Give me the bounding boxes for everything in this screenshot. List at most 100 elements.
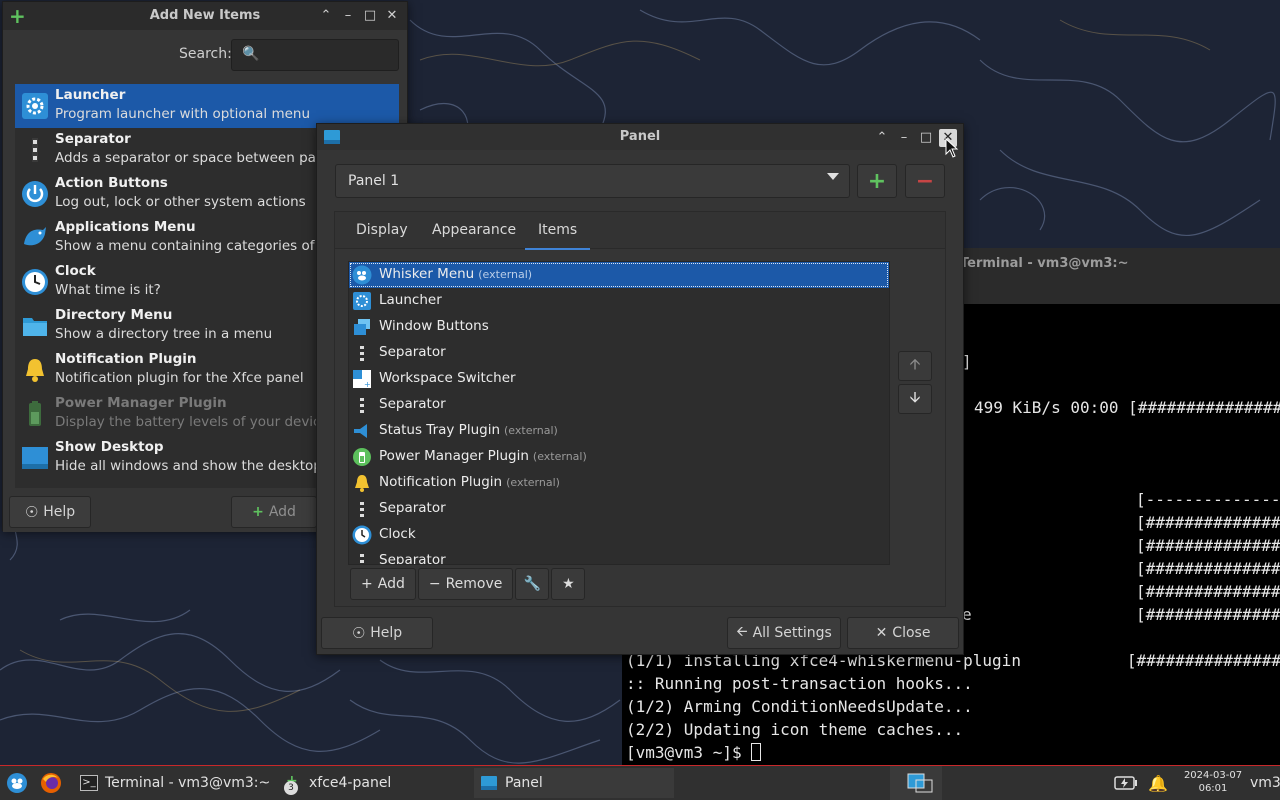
- item-name: Launcher: [379, 292, 442, 308]
- panel-notebook: Display Appearance Items Whisker Menu (ex…: [334, 211, 946, 607]
- chevron-down-icon: [827, 173, 839, 180]
- item-name: Separator: [379, 396, 446, 412]
- about-item-button[interactable]: ★: [551, 568, 586, 600]
- shade-button[interactable]: ⌃: [317, 7, 335, 25]
- notifications-tray[interactable]: 🔔: [1146, 766, 1170, 800]
- task-terminal[interactable]: >_ Terminal - vm3@vm3:~: [74, 768, 274, 798]
- remove-panel-button[interactable]: −: [905, 164, 945, 198]
- panel-items-list[interactable]: Whisker Menu (external) Launcher Window But…: [348, 261, 890, 565]
- terminal-line: [----------------------: [1136, 490, 1280, 509]
- add-button[interactable]: + Add: [231, 496, 317, 528]
- search-field[interactable]: 🔍: [231, 39, 399, 71]
- help-icon: ☉: [351, 624, 366, 642]
- minimize-button[interactable]: –: [339, 7, 357, 25]
- add-items-titlebar[interactable]: + Add New Items ⌃ – □ ✕: [3, 2, 407, 30]
- item-name: Separator: [379, 500, 446, 516]
- whisker-menu-button[interactable]: [4, 766, 30, 800]
- item-name: Power Manager Plugin: [379, 448, 529, 464]
- panel-titlebar[interactable]: Panel ⌃ – □ ✕: [317, 124, 963, 150]
- remove-item-button[interactable]: − Remove: [417, 568, 514, 600]
- firefox-icon: [41, 773, 61, 793]
- panel-item[interactable]: Notification Plugin (external): [349, 470, 889, 496]
- panel-item[interactable]: Separator: [349, 340, 889, 366]
- separator-icon: [352, 551, 372, 564]
- item-name: Window Buttons: [379, 318, 489, 334]
- plugin-name: Separator: [55, 131, 131, 147]
- task-panel[interactable]: Panel: [474, 768, 674, 798]
- panel-task-icon: + 3: [282, 773, 302, 795]
- plugin-name: Show Desktop: [55, 439, 164, 455]
- gear-icon: [21, 92, 49, 120]
- task-xfce4-panel[interactable]: + 3 xfce4-panel: [276, 768, 472, 798]
- plugin-name: Launcher: [55, 87, 126, 103]
- search-label: Search:: [179, 46, 232, 62]
- close-dialog-button[interactable]: ✕ Close: [847, 617, 959, 649]
- panel-item[interactable]: Window Buttons: [349, 314, 889, 340]
- workspace-switcher-icon: +: [352, 369, 372, 389]
- minimize-button[interactable]: –: [895, 129, 913, 147]
- close-button[interactable]: ✕: [383, 7, 401, 25]
- terminal-prompt[interactable]: [vm3@vm3 ~]$: [626, 743, 762, 762]
- plus-icon: +: [867, 168, 887, 194]
- plugin-name: Clock: [55, 263, 96, 279]
- help-button[interactable]: ☉ Help: [321, 617, 433, 649]
- plugin-name: Power Manager Plugin: [55, 395, 227, 411]
- clock-icon: [352, 525, 372, 545]
- terminal-line: [######################: [1136, 513, 1280, 532]
- panel-item[interactable]: Whisker Menu (external): [349, 262, 889, 288]
- panel-item[interactable]: Separator: [349, 496, 889, 522]
- terminal-line: [######################: [1136, 605, 1280, 624]
- panel-app-icon: [481, 776, 497, 790]
- battery-charging-icon: [1114, 776, 1137, 790]
- svg-text:+: +: [364, 380, 371, 389]
- panel-item[interactable]: Power Manager Plugin (external): [349, 444, 889, 470]
- xfce-mouse-icon: [7, 773, 27, 793]
- item-name: Clock: [379, 526, 416, 542]
- user-menu[interactable]: vm3: [1250, 775, 1280, 791]
- clock[interactable]: 2024-03-07 06:01: [1182, 769, 1244, 795]
- panel-item[interactable]: + Workspace Switcher: [349, 366, 889, 392]
- arrow-left-icon: 🡨: [736, 624, 748, 640]
- item-name: Workspace Switcher: [379, 370, 516, 386]
- panel-item[interactable]: Launcher: [349, 288, 889, 314]
- clock-icon: [21, 268, 49, 296]
- panel-item[interactable]: Clock: [349, 522, 889, 548]
- plugin-name: Action Buttons: [55, 175, 168, 191]
- wrench-icon: 🔧: [523, 576, 542, 592]
- tab-display[interactable]: Display: [356, 222, 408, 238]
- move-down-button[interactable]: 🡫: [898, 384, 932, 414]
- add-panel-button[interactable]: +: [857, 164, 897, 198]
- panel-item[interactable]: Separator: [349, 548, 889, 564]
- shade-button[interactable]: ⌃: [873, 129, 891, 147]
- tab-appearance[interactable]: Appearance: [432, 222, 516, 238]
- plugin-description: Hide all windows and show the desktop: [55, 458, 322, 474]
- status-tray-icon: [352, 421, 372, 441]
- edit-item-button[interactable]: 🔧: [515, 568, 550, 600]
- search-input[interactable]: [260, 43, 394, 67]
- plugin-description: What time is it?: [55, 282, 161, 298]
- move-up-button[interactable]: 🡩: [898, 351, 932, 381]
- help-icon: ☉: [24, 503, 39, 521]
- desktop-icon: [21, 444, 49, 472]
- panel-select[interactable]: Panel 1: [335, 164, 850, 198]
- maximize-button[interactable]: □: [917, 129, 935, 147]
- panel-item[interactable]: Status Tray Plugin (external): [349, 418, 889, 444]
- item-name: Notification Plugin: [379, 474, 503, 490]
- plugin-description: Log out, lock or other system actions: [55, 194, 306, 210]
- power-icon: [21, 180, 49, 208]
- maximize-button[interactable]: □: [361, 7, 379, 25]
- workspace-switcher[interactable]: [890, 766, 942, 800]
- item-external-tag: (external): [532, 450, 587, 463]
- help-button[interactable]: ☉ Help: [9, 496, 91, 528]
- tab-items[interactable]: Items: [524, 222, 591, 250]
- launcher-icon: [352, 291, 372, 311]
- add-item-button[interactable]: + Add: [350, 568, 416, 600]
- task-count-badge: 3: [284, 781, 298, 795]
- battery-tray[interactable]: [1112, 766, 1140, 800]
- firefox-launcher[interactable]: [38, 766, 64, 800]
- panel-item[interactable]: Separator: [349, 392, 889, 418]
- taskbar: >_ Terminal - vm3@vm3:~ + 3 xfce4-panel …: [0, 765, 1280, 800]
- plugin-item[interactable]: Launcher Program launcher with optional m…: [15, 84, 399, 128]
- terminal-line: [######################: [1136, 582, 1280, 601]
- all-settings-button[interactable]: 🡨 All Settings: [727, 617, 841, 649]
